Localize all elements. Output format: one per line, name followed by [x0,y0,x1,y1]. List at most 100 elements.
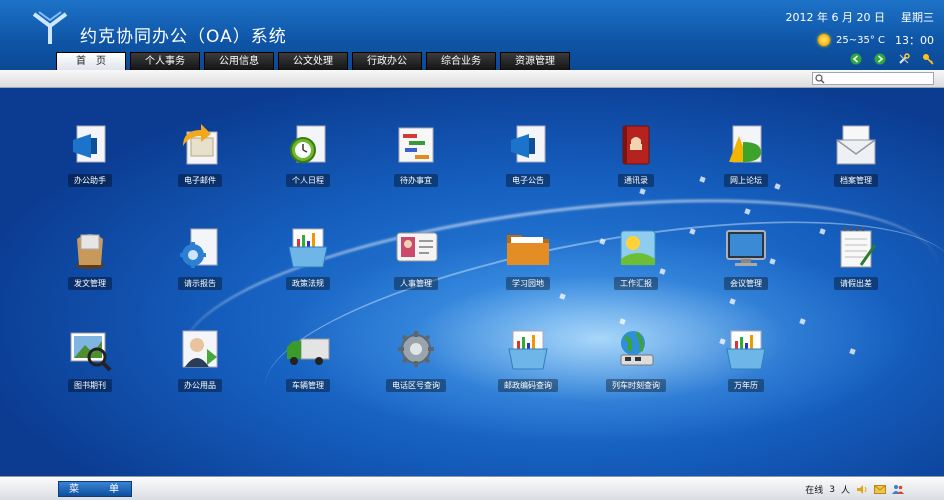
app-archive[interactable]: 档案管理 [806,122,906,202]
app-leave-travel[interactable]: 请假出差 [806,225,906,305]
app-title: 约克协同办公（OA）系统 [80,27,287,47]
app-label: 通讯录 [618,174,654,187]
sun-icon [818,34,830,46]
tab-public-info[interactable]: 公用信息 [204,52,274,70]
app-label: 人事管理 [394,277,438,290]
key-icon[interactable] [922,50,934,65]
study-folder-icon [507,235,549,265]
tools-icon[interactable] [898,50,910,64]
app-books-periodicals[interactable]: 图书期刊 [40,327,140,407]
app-work-report[interactable]: 工作汇报 [586,225,686,305]
main-tabs: 首 页 个人事务 公用信息 公文处理 行政办公 综合业务 资源管理 [56,52,570,70]
app-label: 工作汇报 [614,277,658,290]
truck-icon [287,338,330,365]
app-label: 电子邮件 [178,174,222,187]
alarm-clock-icon [290,125,326,163]
app-office-assistant[interactable]: 办公助手 [40,122,140,202]
date-display: 2012 年 6 月 20 日 星期三 [786,9,934,25]
app-forum[interactable]: 网上论坛 [696,122,796,202]
personnel-card-icon [396,232,438,262]
app-label: 学习园地 [506,277,550,290]
app-label: 车辆管理 [286,379,330,392]
tab-documents[interactable]: 公文处理 [278,52,348,70]
header-tools [850,50,934,65]
app-label: 列车时刻查询 [606,379,666,392]
menu-button[interactable]: 菜 单 [58,481,132,497]
logo-icon [32,11,68,44]
app-office-supplies[interactable]: 办公用品 [150,327,250,407]
area-code-gear-icon [398,331,434,367]
back-arrow-icon[interactable] [850,50,862,65]
app-perpetual-calendar[interactable]: 万年历 [696,327,796,407]
app-label: 会议管理 [724,277,768,290]
report-gear-icon [180,228,218,268]
address-book-icon [622,125,650,165]
header-bar: 约克协同办公（OA）系统 2012 年 6 月 20 日 星期三 25~35° … [0,0,944,72]
weekday-text: 星期三 [901,11,934,24]
date-text: 2012 年 6 月 20 日 [785,11,885,24]
speaker-icon[interactable] [856,484,868,495]
footer-bar: 菜 单 在线 3 人 [0,476,944,500]
tab-resource-management[interactable]: 资源管理 [500,52,570,70]
app-outgoing-documents[interactable]: 发文管理 [40,225,140,305]
app-label: 档案管理 [834,174,878,187]
temperature-text: 25~35° C [836,34,885,46]
app-personal-schedule[interactable]: 个人日程 [258,122,358,202]
app-label: 个人日程 [286,174,330,187]
tab-personal-affairs[interactable]: 个人事务 [130,52,200,70]
online-status: 在线 3 人 [805,483,904,496]
tab-home[interactable]: 首 页 [56,52,126,70]
postcode-chart-tray-icon [508,330,548,370]
mail-icon[interactable] [874,484,886,495]
app-study-area[interactable]: 学习园地 [478,225,578,305]
books-magnifier-icon [70,332,112,372]
app-label: 请假出差 [834,277,878,290]
search-input[interactable] [812,72,934,85]
users-icon[interactable] [892,484,904,495]
app-label: 请示报告 [178,277,222,290]
train-schedule-globe-icon [620,331,654,366]
app-address-book[interactable]: 通讯录 [586,122,686,202]
app-label: 待办事宜 [394,174,438,187]
meeting-monitor-icon [726,230,766,266]
app-label: 万年历 [728,379,764,392]
leave-calendar-icon [840,227,877,268]
app-label: 发文管理 [68,277,112,290]
toolbar-strip [0,70,944,88]
email-arrow-icon [183,124,218,165]
outgoing-document-icon [76,234,104,269]
forward-arrow-icon[interactable] [874,50,886,65]
app-postcode-lookup[interactable]: 邮政编码查询 [478,327,578,407]
time-text: 13：00 [895,34,934,47]
app-vehicles[interactable]: 车辆管理 [258,327,358,407]
app-label: 网上论坛 [724,174,768,187]
app-email[interactable]: 电子邮件 [150,122,250,202]
app-label: 办公助手 [68,174,112,187]
app-meetings[interactable]: 会议管理 [696,225,796,305]
announcement-megaphone-icon [511,125,546,163]
office-supplies-icon [182,330,218,368]
app-label: 电话区号查询 [386,379,446,392]
work-report-icon [620,230,656,266]
tab-administration[interactable]: 行政办公 [352,52,422,70]
app-report-requests[interactable]: 请示报告 [150,225,250,305]
forum-letters-icon [729,125,762,163]
gantt-document-icon [398,127,434,163]
weather-display: 25~35° C 13：00 [818,32,934,48]
app-label: 办公用品 [178,379,222,392]
app-todo[interactable]: 待办事宜 [366,122,466,202]
app-policies-regulations[interactable]: 政策法规 [258,225,358,305]
tab-general-business[interactable]: 综合业务 [426,52,496,70]
people-unit: 人 [840,486,850,496]
app-bulletin[interactable]: 电子公告 [478,122,578,202]
calendar-chart-tray-icon [726,330,766,370]
archive-mail-icon [836,125,876,165]
app-label: 电子公告 [506,174,550,187]
online-count: 3 [829,484,835,495]
desktop-area: 办公助手 电子邮件 个人日程 待办事宜 电子公告 通讯录 网上论坛 档案管理 发… [0,89,944,476]
app-icon-grid: 办公助手 电子邮件 个人日程 待办事宜 电子公告 通讯录 网上论坛 档案管理 发… [0,89,944,476]
app-train-schedule[interactable]: 列车时刻查询 [586,327,686,407]
app-personnel[interactable]: 人事管理 [366,225,466,305]
app-area-code-lookup[interactable]: 电话区号查询 [366,327,466,407]
app-label: 政策法规 [286,277,330,290]
